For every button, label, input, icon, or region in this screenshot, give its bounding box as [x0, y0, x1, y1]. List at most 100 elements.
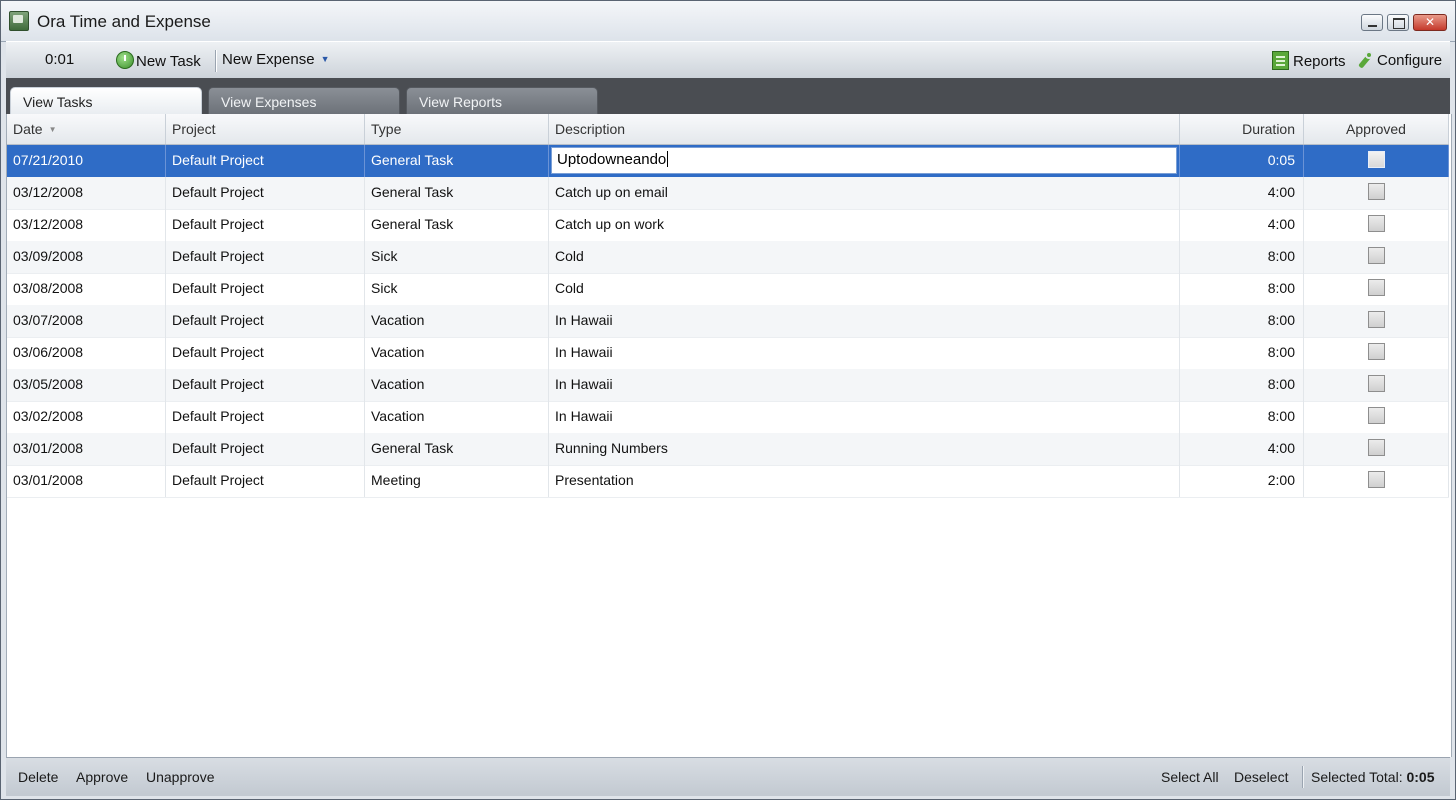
- cell-description[interactable]: Running Numbers: [549, 433, 1180, 465]
- cell-duration[interactable]: 8:00: [1180, 273, 1304, 305]
- configure-button[interactable]: Configure: [1356, 51, 1442, 69]
- tab-view-tasks[interactable]: View Tasks: [10, 87, 202, 114]
- cell-project[interactable]: Default Project: [166, 145, 365, 177]
- table-row[interactable]: 03/05/2008 Default Project Vacation In Hawa…: [7, 369, 1449, 402]
- cell-approved[interactable]: [1304, 433, 1449, 465]
- cell-type[interactable]: Vacation: [365, 401, 549, 433]
- cell-duration[interactable]: 2:00: [1180, 465, 1304, 497]
- unapprove-button[interactable]: Unapprove: [146, 769, 215, 785]
- cell-approved[interactable]: [1304, 337, 1449, 369]
- cell-approved[interactable]: [1304, 209, 1449, 241]
- approved-checkbox[interactable]: [1367, 247, 1385, 264]
- cell-description[interactable]: Cold: [549, 241, 1180, 273]
- approved-checkbox[interactable]: [1367, 215, 1385, 232]
- cell-type[interactable]: General Task: [365, 433, 549, 465]
- cell-type[interactable]: Meeting: [365, 465, 549, 497]
- table-row[interactable]: 03/07/2008 Default Project Vacation In Hawa…: [7, 305, 1449, 338]
- title-bar[interactable]: Ora Time and Expense ✕: [1, 1, 1455, 42]
- cell-duration[interactable]: 8:00: [1180, 337, 1304, 369]
- cell-type[interactable]: General Task: [365, 145, 549, 177]
- cell-duration[interactable]: 8:00: [1180, 305, 1304, 337]
- cell-date[interactable]: 03/12/2008: [7, 177, 166, 209]
- dropdown-arrow-icon[interactable]: ▼: [321, 54, 330, 64]
- tab-view-expenses[interactable]: View Expenses: [208, 87, 400, 114]
- approved-checkbox[interactable]: [1367, 311, 1385, 328]
- column-header-type[interactable]: Type: [365, 114, 549, 144]
- cell-date[interactable]: 03/07/2008: [7, 305, 166, 337]
- cell-project[interactable]: Default Project: [166, 369, 365, 401]
- cell-project[interactable]: Default Project: [166, 177, 365, 209]
- cell-description[interactable]: Catch up on work: [549, 209, 1180, 241]
- cell-date[interactable]: 03/05/2008: [7, 369, 166, 401]
- cell-project[interactable]: Default Project: [166, 337, 365, 369]
- approved-checkbox[interactable]: [1367, 407, 1385, 424]
- select-all-button[interactable]: Select All: [1161, 769, 1219, 785]
- cell-approved[interactable]: [1304, 273, 1449, 305]
- cell-type[interactable]: General Task: [365, 209, 549, 241]
- table-row[interactable]: 03/12/2008 Default Project General Task Cat…: [7, 209, 1449, 242]
- cell-duration[interactable]: 0:05: [1180, 145, 1304, 177]
- cell-date[interactable]: 03/01/2008: [7, 465, 166, 497]
- approved-checkbox[interactable]: [1367, 439, 1385, 456]
- table-row[interactable]: 03/06/2008 Default Project Vacation In Hawa…: [7, 337, 1449, 370]
- description-edit-field[interactable]: Uptodowneando: [551, 147, 1177, 174]
- table-row[interactable]: 07/21/2010 Default Project General Task Upt…: [7, 145, 1449, 178]
- approve-button[interactable]: Approve: [76, 769, 128, 785]
- cell-project[interactable]: Default Project: [166, 273, 365, 305]
- approved-checkbox[interactable]: [1367, 151, 1385, 168]
- cell-type[interactable]: Vacation: [365, 369, 549, 401]
- cell-date[interactable]: 03/01/2008: [7, 433, 166, 465]
- cell-type[interactable]: Sick: [365, 241, 549, 273]
- cell-type[interactable]: Vacation: [365, 305, 549, 337]
- cell-approved[interactable]: [1304, 369, 1449, 401]
- reports-button[interactable]: Reports: [1272, 51, 1346, 70]
- column-header-project[interactable]: Project: [166, 114, 365, 144]
- cell-approved[interactable]: [1304, 145, 1449, 177]
- cell-date[interactable]: 03/09/2008: [7, 241, 166, 273]
- column-header-duration[interactable]: Duration: [1180, 114, 1304, 144]
- cell-type[interactable]: Sick: [365, 273, 549, 305]
- cell-approved[interactable]: [1304, 465, 1449, 497]
- cell-type[interactable]: General Task: [365, 177, 549, 209]
- maximize-button[interactable]: [1387, 14, 1409, 31]
- cell-approved[interactable]: [1304, 177, 1449, 209]
- cell-approved[interactable]: [1304, 241, 1449, 273]
- cell-duration[interactable]: 4:00: [1180, 177, 1304, 209]
- approved-checkbox[interactable]: [1367, 343, 1385, 360]
- cell-project[interactable]: Default Project: [166, 209, 365, 241]
- table-row[interactable]: 03/02/2008 Default Project Vacation In Hawa…: [7, 401, 1449, 434]
- delete-button[interactable]: Delete: [18, 769, 58, 785]
- deselect-button[interactable]: Deselect: [1234, 769, 1288, 785]
- cell-approved[interactable]: [1304, 305, 1449, 337]
- cell-duration[interactable]: 8:00: [1180, 401, 1304, 433]
- cell-type[interactable]: Vacation: [365, 337, 549, 369]
- cell-date[interactable]: 03/02/2008: [7, 401, 166, 433]
- table-row[interactable]: 03/08/2008 Default Project Sick Cold 8:00: [7, 273, 1449, 306]
- cell-date[interactable]: 03/06/2008: [7, 337, 166, 369]
- column-header-approved[interactable]: Approved: [1304, 114, 1449, 144]
- cell-approved[interactable]: [1304, 401, 1449, 433]
- cell-project[interactable]: Default Project: [166, 241, 365, 273]
- close-button[interactable]: ✕: [1413, 14, 1447, 31]
- cell-description[interactable]: Catch up on email: [549, 177, 1180, 209]
- cell-project[interactable]: Default Project: [166, 305, 365, 337]
- tab-view-reports[interactable]: View Reports: [406, 87, 598, 114]
- cell-description[interactable]: Presentation: [549, 465, 1180, 497]
- cell-date[interactable]: 07/21/2010: [7, 145, 166, 177]
- new-expense-button[interactable]: New Expense ▼: [222, 51, 329, 68]
- new-task-button[interactable]: New Task: [116, 51, 201, 70]
- cell-description[interactable]: Cold: [549, 273, 1180, 305]
- cell-project[interactable]: Default Project: [166, 401, 365, 433]
- table-row[interactable]: 03/01/2008 Default Project Meeting Presenta…: [7, 465, 1449, 498]
- approved-checkbox[interactable]: [1367, 471, 1385, 488]
- column-header-date[interactable]: Date ▼: [7, 114, 166, 144]
- column-header-description[interactable]: Description: [549, 114, 1180, 144]
- cell-duration[interactable]: 4:00: [1180, 209, 1304, 241]
- table-row[interactable]: 03/12/2008 Default Project General Task Cat…: [7, 177, 1449, 210]
- cell-description[interactable]: In Hawaii: [549, 337, 1180, 369]
- cell-description[interactable]: In Hawaii: [549, 305, 1180, 337]
- cell-date[interactable]: 03/12/2008: [7, 209, 166, 241]
- cell-description[interactable]: In Hawaii: [549, 401, 1180, 433]
- cell-description[interactable]: Uptodowneando: [549, 145, 1180, 177]
- minimize-button[interactable]: [1361, 14, 1383, 31]
